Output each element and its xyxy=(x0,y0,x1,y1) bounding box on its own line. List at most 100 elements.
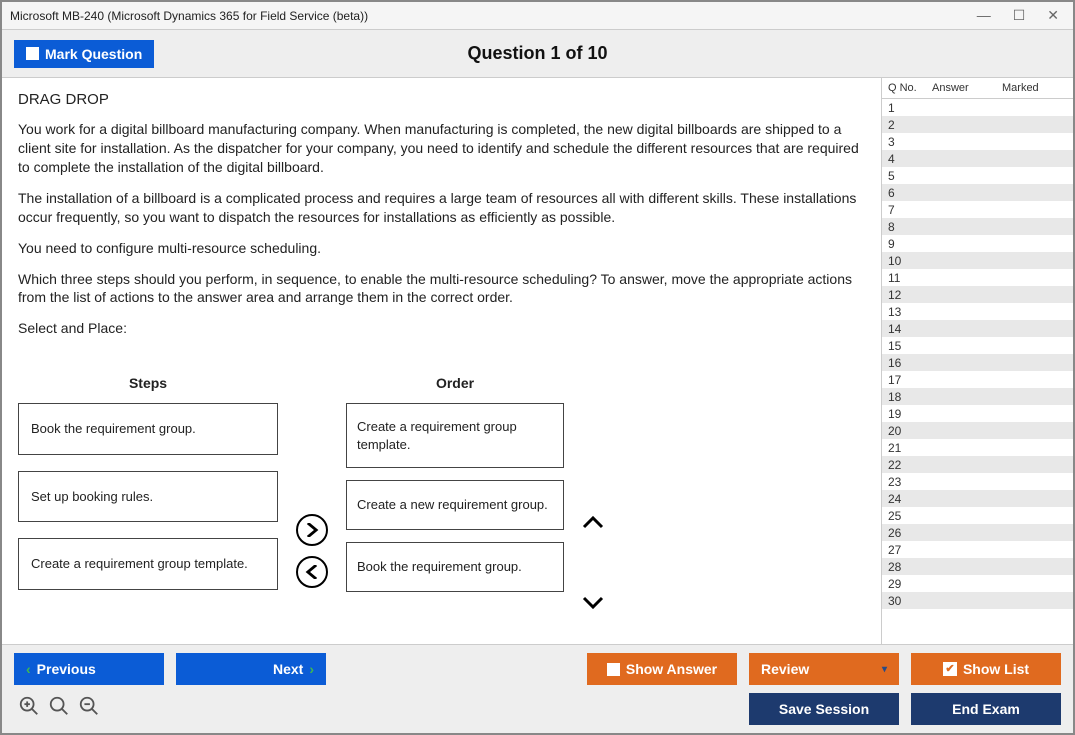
question-list[interactable]: 1234567891011121314151617181920212223242… xyxy=(882,99,1073,644)
zoom-in-button[interactable] xyxy=(18,695,40,723)
question-row[interactable]: 29 xyxy=(882,575,1073,592)
checkbox-icon xyxy=(26,47,39,60)
steps-column: Steps Book the requirement group. Set up… xyxy=(18,374,278,606)
question-row[interactable]: 13 xyxy=(882,303,1073,320)
zoom-out-icon xyxy=(78,695,100,717)
maximize-icon[interactable]: ☐ xyxy=(1013,7,1026,24)
zoom-out-button[interactable] xyxy=(78,695,100,723)
question-row[interactable]: 24 xyxy=(882,490,1073,507)
previous-button[interactable]: ‹ Previous xyxy=(14,653,164,685)
question-number: 6 xyxy=(888,186,932,200)
order-card[interactable]: Create a requirement group template. xyxy=(346,403,564,468)
question-number: 30 xyxy=(888,594,932,608)
question-number: 22 xyxy=(888,458,932,472)
close-icon[interactable]: ✕ xyxy=(1047,7,1059,24)
checkbox-icon xyxy=(607,663,620,676)
question-row[interactable]: 16 xyxy=(882,354,1073,371)
move-up-button[interactable] xyxy=(582,512,604,539)
question-row[interactable]: 30 xyxy=(882,592,1073,609)
question-number: 26 xyxy=(888,526,932,540)
review-button[interactable]: Review ▾ xyxy=(749,653,899,685)
question-row[interactable]: 15 xyxy=(882,337,1073,354)
step-card[interactable]: Set up booking rules. xyxy=(18,471,278,523)
move-left-button[interactable] xyxy=(296,556,328,588)
question-number: 3 xyxy=(888,135,932,149)
zoom-in-icon xyxy=(18,695,40,717)
chevron-right-icon: › xyxy=(309,661,314,677)
footer-row-1: ‹ Previous Next › Show Answer Review ▾ ✔… xyxy=(14,653,1061,685)
mark-question-label: Mark Question xyxy=(45,46,142,62)
question-row[interactable]: 27 xyxy=(882,541,1073,558)
question-row[interactable]: 8 xyxy=(882,218,1073,235)
move-right-button[interactable] xyxy=(296,514,328,546)
window-controls: — ☐ ✕ xyxy=(977,7,1065,24)
question-row[interactable]: 28 xyxy=(882,558,1073,575)
next-button[interactable]: Next › xyxy=(176,653,326,685)
question-row[interactable]: 1 xyxy=(882,99,1073,116)
question-list-panel: Q No. Answer Marked 12345678910111213141… xyxy=(881,78,1073,644)
footer: ‹ Previous Next › Show Answer Review ▾ ✔… xyxy=(2,644,1073,733)
question-row[interactable]: 18 xyxy=(882,388,1073,405)
chevron-right-icon xyxy=(305,523,319,537)
question-row[interactable]: 4 xyxy=(882,150,1073,167)
end-exam-label: End Exam xyxy=(952,701,1020,717)
question-number: 9 xyxy=(888,237,932,251)
question-row[interactable]: 23 xyxy=(882,473,1073,490)
save-session-button[interactable]: Save Session xyxy=(749,693,899,725)
question-row[interactable]: 19 xyxy=(882,405,1073,422)
header: Mark Question Question 1 of 10 xyxy=(2,30,1073,78)
show-list-button[interactable]: ✔ Show List xyxy=(911,653,1061,685)
question-row[interactable]: 21 xyxy=(882,439,1073,456)
order-card-label: Create a new requirement group. xyxy=(357,496,548,514)
question-pane[interactable]: DRAG DROP You work for a digital billboa… xyxy=(2,78,881,644)
question-row[interactable]: 11 xyxy=(882,269,1073,286)
question-row[interactable]: 22 xyxy=(882,456,1073,473)
question-row[interactable]: 12 xyxy=(882,286,1073,303)
order-column: Order Create a requirement group templat… xyxy=(346,374,564,604)
mark-question-button[interactable]: Mark Question xyxy=(14,40,154,68)
question-number: 11 xyxy=(888,271,932,285)
question-number: 18 xyxy=(888,390,932,404)
minimize-icon[interactable]: — xyxy=(977,7,991,24)
order-card-label: Create a requirement group template. xyxy=(357,418,553,453)
col-qno: Q No. xyxy=(888,82,932,94)
move-down-button[interactable] xyxy=(582,591,604,618)
step-card[interactable]: Book the requirement group. xyxy=(18,403,278,455)
question-number: 13 xyxy=(888,305,932,319)
question-number: 4 xyxy=(888,152,932,166)
order-card[interactable]: Book the requirement group. xyxy=(346,542,564,592)
question-row[interactable]: 7 xyxy=(882,201,1073,218)
chevron-down-icon xyxy=(582,594,604,610)
question-row[interactable]: 25 xyxy=(882,507,1073,524)
question-row[interactable]: 9 xyxy=(882,235,1073,252)
show-list-label: Show List xyxy=(963,661,1029,677)
step-card-label: Book the requirement group. xyxy=(31,420,196,438)
question-row[interactable]: 2 xyxy=(882,116,1073,133)
zoom-reset-button[interactable] xyxy=(48,695,70,723)
question-row[interactable]: 20 xyxy=(882,422,1073,439)
step-card[interactable]: Create a requirement group template. xyxy=(18,538,278,590)
show-answer-label: Show Answer xyxy=(626,661,717,677)
question-number: 8 xyxy=(888,220,932,234)
question-row[interactable]: 17 xyxy=(882,371,1073,388)
question-number: 19 xyxy=(888,407,932,421)
question-row[interactable]: 6 xyxy=(882,184,1073,201)
order-header: Order xyxy=(346,374,564,393)
question-text-p3: You need to configure multi-resource sch… xyxy=(18,239,865,258)
show-answer-button[interactable]: Show Answer xyxy=(587,653,737,685)
titlebar: Microsoft MB-240 (Microsoft Dynamics 365… xyxy=(2,2,1073,30)
question-number: 17 xyxy=(888,373,932,387)
question-row[interactable]: 10 xyxy=(882,252,1073,269)
question-number: 27 xyxy=(888,543,932,557)
main-row: DRAG DROP You work for a digital billboa… xyxy=(2,78,1073,644)
question-row[interactable]: 26 xyxy=(882,524,1073,541)
question-row[interactable]: 3 xyxy=(882,133,1073,150)
question-row[interactable]: 14 xyxy=(882,320,1073,337)
chevron-up-icon xyxy=(582,515,604,531)
order-card[interactable]: Create a new requirement group. xyxy=(346,480,564,530)
end-exam-button[interactable]: End Exam xyxy=(911,693,1061,725)
order-card-label: Book the requirement group. xyxy=(357,558,522,576)
question-row[interactable]: 5 xyxy=(882,167,1073,184)
question-number: 7 xyxy=(888,203,932,217)
dropdown-icon: ▾ xyxy=(882,664,887,675)
